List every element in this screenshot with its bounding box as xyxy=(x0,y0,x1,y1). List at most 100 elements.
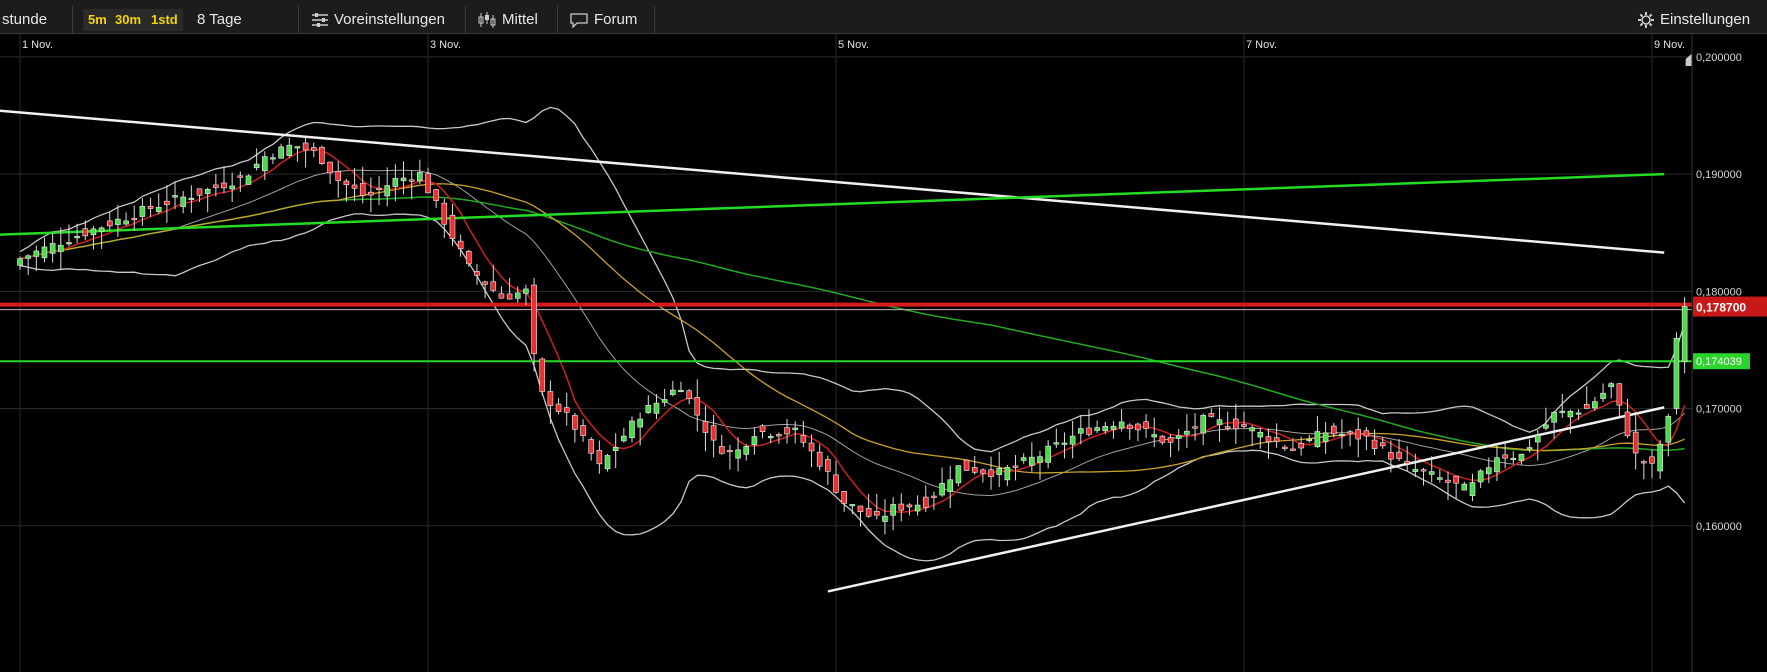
candle-body xyxy=(1567,410,1574,418)
candle xyxy=(727,444,733,470)
candle xyxy=(694,379,701,432)
candle-body xyxy=(580,425,586,436)
candle xyxy=(1437,469,1443,483)
candle-body xyxy=(25,255,31,259)
last-price-label: 0,178700 xyxy=(1696,301,1746,315)
candle xyxy=(776,432,782,444)
candle xyxy=(621,427,627,443)
candle xyxy=(1143,414,1149,438)
candle-body xyxy=(1306,438,1313,441)
candle xyxy=(1641,459,1647,480)
candle-body xyxy=(139,206,146,217)
candle xyxy=(1086,409,1092,437)
candle xyxy=(1053,428,1060,448)
candle-body xyxy=(833,474,839,493)
toolbar-separator xyxy=(465,6,466,34)
candle-body xyxy=(82,228,89,237)
candle-body xyxy=(1135,423,1141,431)
candle-body xyxy=(1534,434,1541,443)
candle xyxy=(319,145,325,165)
candle-body xyxy=(694,397,701,416)
candle xyxy=(686,389,692,405)
settings-button[interactable]: Einstellungen xyxy=(1638,6,1750,34)
candle-body xyxy=(449,214,456,239)
price-tick-label: 0,200000 xyxy=(1696,52,1742,64)
candle xyxy=(1257,428,1264,449)
presets-button[interactable]: Voreinstellungen xyxy=(312,6,445,34)
interval-label[interactable]: stunde xyxy=(2,6,47,34)
candle-body xyxy=(49,243,56,254)
candle-body xyxy=(1469,482,1476,496)
chart-overlays xyxy=(0,53,1700,593)
candle xyxy=(547,380,554,424)
candle xyxy=(588,437,595,461)
sma-slow-line xyxy=(19,196,1685,452)
candle xyxy=(1037,450,1043,480)
candle xyxy=(98,226,105,249)
indicator-button[interactable]: Mittel xyxy=(478,6,538,34)
candle-body xyxy=(359,183,366,196)
candle xyxy=(955,465,962,487)
candle-body xyxy=(1486,467,1492,475)
candle xyxy=(939,467,945,497)
chart-toolbar: stunde 5m 30m 1std 8 Tage Voreinstellung… xyxy=(0,0,1767,34)
candle xyxy=(1224,411,1231,431)
candle-body xyxy=(351,184,358,189)
candle-body xyxy=(155,207,162,212)
candle xyxy=(882,499,888,535)
candle xyxy=(270,153,276,165)
candle xyxy=(17,256,23,270)
timeframe-30m-button[interactable]: 30m xyxy=(115,9,141,31)
candle-body xyxy=(702,421,709,433)
candle-body xyxy=(988,469,994,478)
candle-body xyxy=(939,483,945,496)
candle-body xyxy=(164,200,170,205)
timeframe-1std-button[interactable]: 1std xyxy=(151,9,178,31)
candle-body xyxy=(1265,436,1272,443)
candle-body xyxy=(482,281,488,285)
candle xyxy=(612,433,619,469)
candle xyxy=(115,204,121,237)
candle xyxy=(816,444,823,471)
forum-button[interactable]: Forum xyxy=(570,6,637,34)
candle-body xyxy=(1037,456,1043,463)
candle xyxy=(1167,434,1174,458)
candle xyxy=(106,212,113,231)
candle-body xyxy=(572,415,578,430)
candle-body xyxy=(1445,479,1451,483)
candle xyxy=(1029,442,1035,472)
candle xyxy=(1461,481,1468,491)
price-chart[interactable]: 0,200000 0,190000 0,180000 0,170000 0,160000… xyxy=(0,34,1767,672)
candle xyxy=(327,161,333,185)
candle xyxy=(751,427,758,455)
candle-body xyxy=(604,455,611,470)
candle-body xyxy=(123,220,129,225)
candle-body xyxy=(735,449,741,459)
candle xyxy=(1126,423,1133,440)
candle-body xyxy=(1322,432,1329,443)
candle-body xyxy=(1641,461,1647,464)
candle-body xyxy=(686,390,692,399)
timeframe-5m-button[interactable]: 5m xyxy=(88,9,107,31)
sma-mid-line xyxy=(19,183,1685,474)
candle-body xyxy=(1396,451,1402,459)
price-tick-label: 0,180000 xyxy=(1696,286,1742,298)
candle xyxy=(1583,386,1590,409)
candle-body xyxy=(596,450,603,465)
candle xyxy=(441,198,448,239)
candle-body xyxy=(1388,452,1394,460)
candle-body xyxy=(1273,437,1280,442)
candle xyxy=(310,142,317,158)
range-8-tage-button[interactable]: 8 Tage xyxy=(197,6,242,34)
candle xyxy=(1420,467,1427,486)
candle-body xyxy=(1657,443,1663,472)
candle xyxy=(580,419,586,442)
candle-body xyxy=(531,284,537,355)
candle-body xyxy=(767,436,774,439)
candle xyxy=(1657,439,1663,479)
candle-body xyxy=(1339,433,1345,437)
candle-body xyxy=(947,479,954,492)
candle-body xyxy=(718,446,725,454)
candle-body xyxy=(931,495,937,498)
candle-body xyxy=(245,175,252,185)
